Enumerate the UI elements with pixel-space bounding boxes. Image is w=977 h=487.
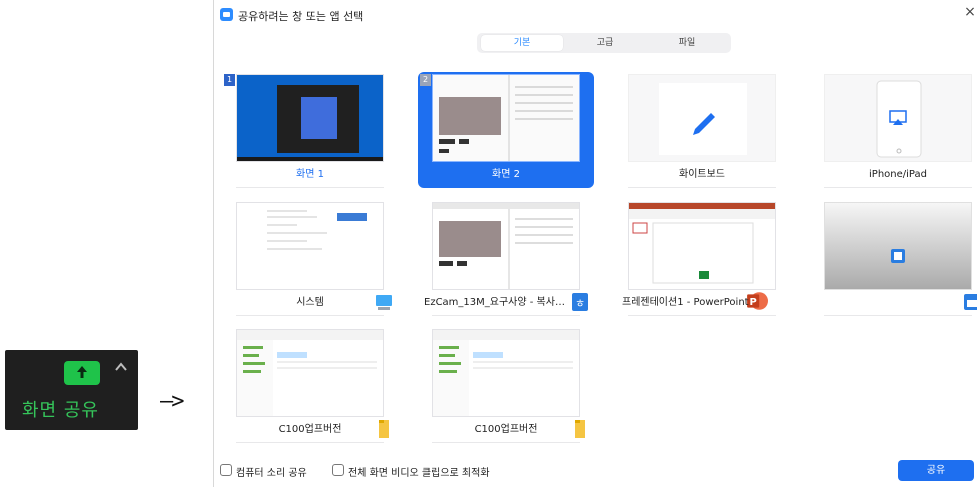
tile-ezcam-document[interactable]: ㅎ EzCam_13M_요구사양 - 복사본.h... (418, 200, 594, 316)
share-screen-label: 화면 공유 (22, 400, 99, 421)
app-window-icon (964, 294, 977, 310)
tile-app-window[interactable] (810, 200, 977, 316)
close-button[interactable]: × (962, 4, 977, 22)
arrow-annotation: –> (160, 389, 184, 414)
tile-label: EzCam_13M_요구사양 - 복사본.h... (424, 297, 574, 308)
zoom-toolbar-snippet: 화면 공유 (5, 350, 138, 430)
app-window-thumbnail (824, 202, 972, 290)
screen-1-thumbnail (236, 74, 384, 162)
tile-label: 화면 2 (492, 169, 520, 180)
tile-screen-2[interactable]: 2 화면 2 (418, 72, 594, 188)
tile-iphone-ipad[interactable]: iPhone/iPad (810, 72, 977, 188)
tile-screen-1[interactable]: 1 화면 1 (222, 72, 398, 188)
tile-whiteboard[interactable]: 화이트보드 (614, 72, 790, 188)
optimize-video-checkbox[interactable] (332, 464, 344, 476)
tile-label: 화이트보드 (679, 169, 725, 180)
ipad-thumbnail (824, 74, 972, 162)
screen-number-badge: 2 (420, 74, 431, 86)
tile-folder-1[interactable]: C100업프버전 (222, 327, 398, 443)
optimize-video-label: 전체 화면 비디오 클립으로 최적화 (348, 468, 490, 479)
folder-2-thumbnail (432, 329, 580, 417)
tile-powerpoint[interactable]: P 프레젠테이션1 - PowerPoint (614, 200, 790, 316)
share-tabs: 기본 고급 파일 (477, 33, 731, 53)
tile-label: 시스템 (296, 297, 324, 308)
tile-label: 화면 1 (296, 169, 324, 180)
share-window-dialog: 공유하려는 창 또는 앱 선택 × 기본 고급 파일 1 화면 1 2 화면 2… (213, 0, 977, 487)
tab-files[interactable]: 파일 (647, 35, 727, 51)
tile-system-window[interactable]: 시스템 (222, 200, 398, 316)
share-up-arrow-icon (77, 366, 87, 378)
dialog-titlebar: 공유하려는 창 또는 앱 선택 × (214, 0, 977, 30)
zoom-app-icon (220, 8, 233, 21)
share-sound-checkbox[interactable] (220, 464, 232, 476)
tab-advanced[interactable]: 고급 (565, 35, 645, 51)
tile-folder-2[interactable]: C100업프버전 (418, 327, 594, 443)
dialog-footer: 컴퓨터 소리 공유 전체 화면 비디오 클립으로 최적화 공유 (214, 456, 977, 486)
folder-1-thumbnail (236, 329, 384, 417)
svg-text:ㅎ: ㅎ (575, 297, 585, 310)
chevron-up-icon[interactable] (114, 361, 128, 373)
screen-2-thumbnail (432, 74, 580, 162)
screen-number-badge: 1 (224, 74, 235, 86)
tile-label: 프레젠테이션1 - PowerPoint (622, 297, 749, 308)
ezcam-thumbnail (432, 202, 580, 290)
share-button[interactable]: 공유 (898, 460, 974, 481)
tab-basic[interactable]: 기본 (481, 35, 563, 51)
tile-label: C100업프버전 (474, 424, 538, 435)
powerpoint-thumbnail (628, 202, 776, 290)
system-thumbnail (236, 202, 384, 290)
tile-label: C100업프버전 (278, 424, 342, 435)
share-sound-label: 컴퓨터 소리 공유 (236, 468, 307, 479)
share-screen-button[interactable] (64, 361, 100, 385)
tile-label: iPhone/iPad (869, 169, 927, 180)
dialog-title: 공유하려는 창 또는 앱 선택 (238, 10, 364, 23)
whiteboard-thumbnail (628, 74, 776, 162)
